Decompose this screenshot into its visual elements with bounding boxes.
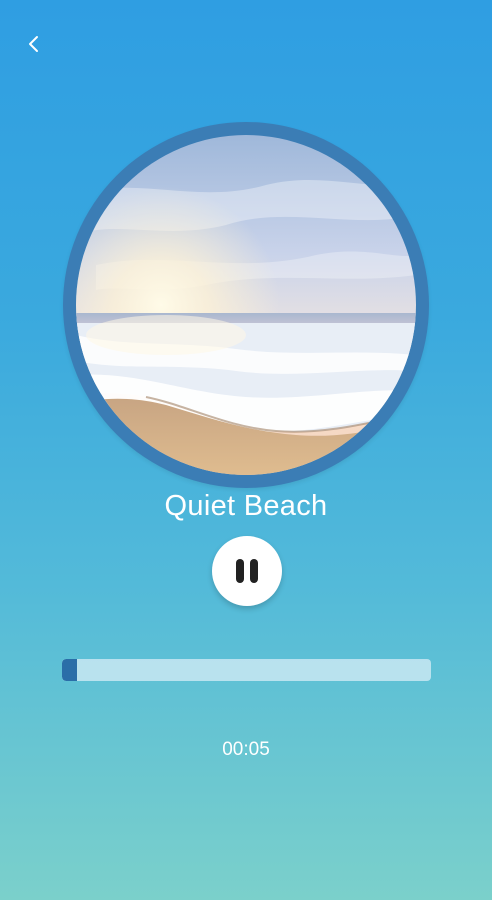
progress-bar[interactable] [62, 659, 431, 681]
back-button[interactable] [18, 30, 50, 62]
progress-fill [62, 659, 77, 681]
pause-button[interactable] [212, 536, 282, 606]
track-title: Quiet Beach [164, 490, 328, 522]
chevron-left-icon [27, 34, 41, 59]
pause-icon [236, 559, 258, 583]
beach-sunrise-image [76, 135, 416, 475]
artwork-frame [63, 122, 429, 488]
elapsed-time: 00:05 [222, 739, 270, 760]
